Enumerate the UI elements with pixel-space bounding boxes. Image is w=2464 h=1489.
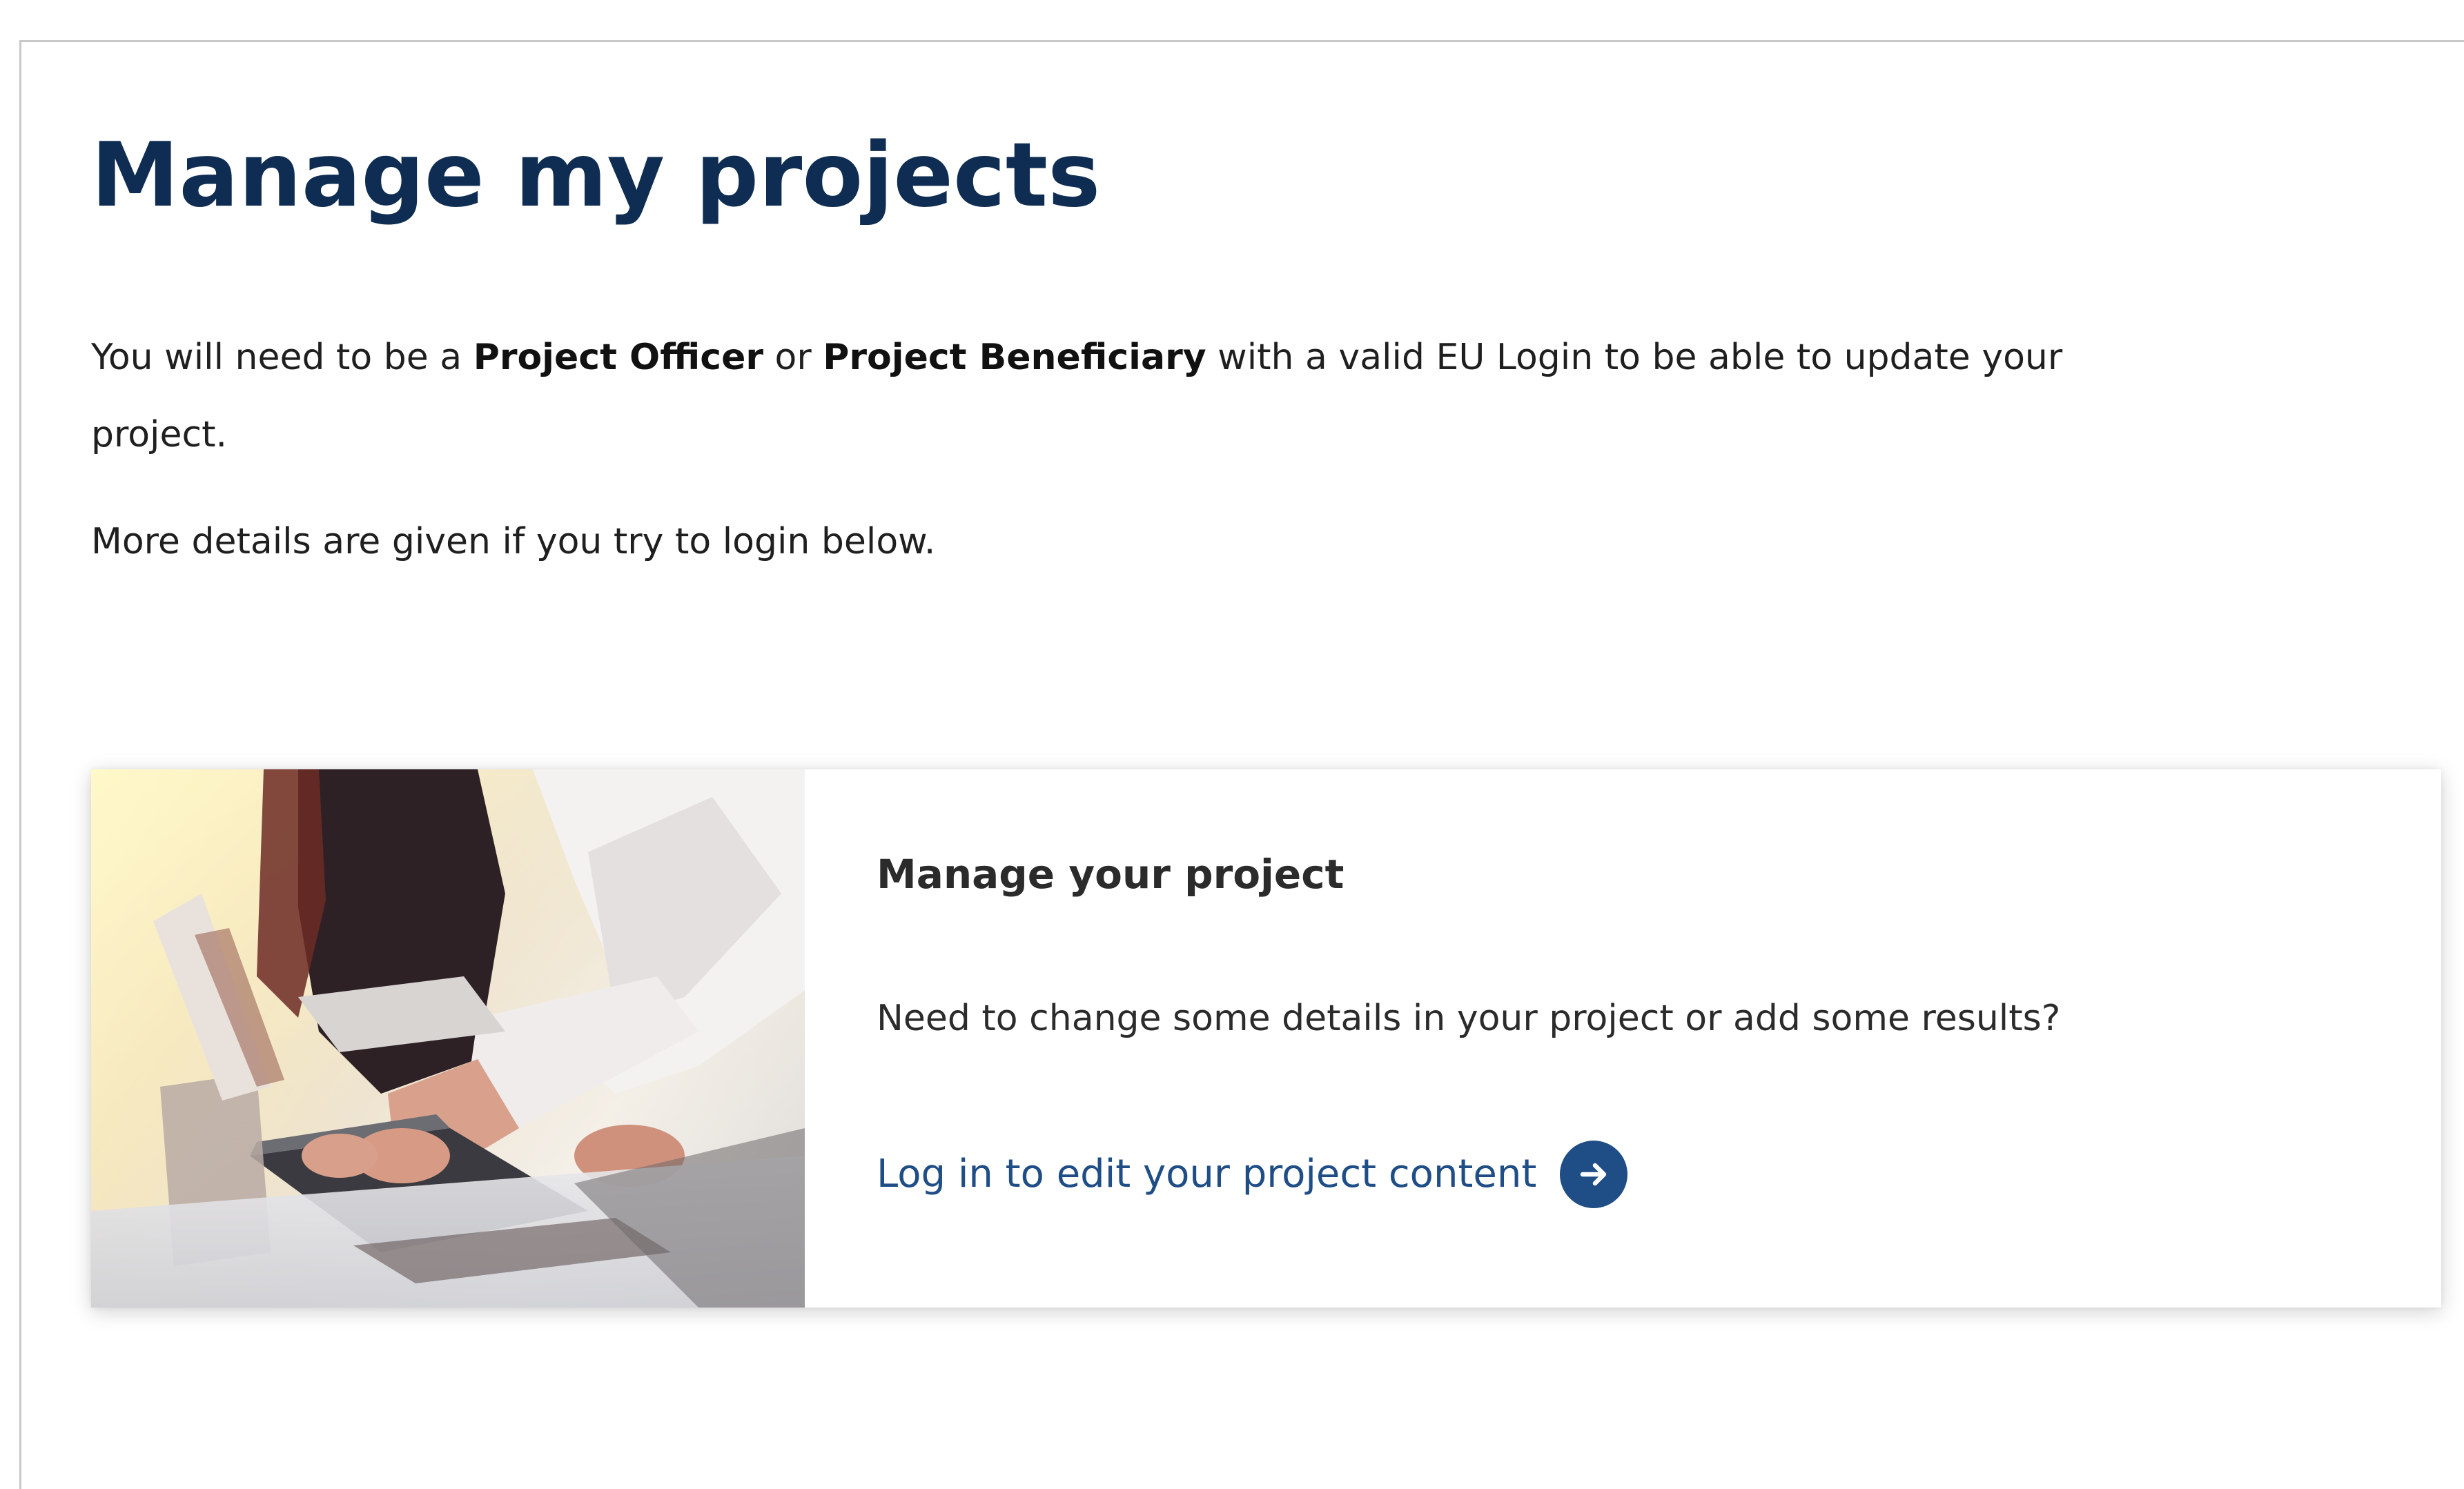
more-details-text: More details are given if you try to log…	[91, 521, 936, 562]
intro-part-2: or	[763, 337, 823, 378]
manage-project-card: Manage your project Need to change some …	[91, 769, 2441, 1308]
intro-text: You will need to be a Project Officer or…	[91, 319, 2093, 473]
role-project-officer: Project Officer	[473, 337, 763, 378]
intro-part-1: You will need to be a	[91, 337, 473, 378]
card-description: Need to change some details in your proj…	[877, 998, 2061, 1039]
arrow-right-circle-icon[interactable]	[1560, 1141, 1628, 1208]
page-title: Manage my projects	[91, 124, 1101, 227]
role-project-beneficiary: Project Beneficiary	[823, 337, 1206, 378]
card-title: Manage your project	[877, 851, 1345, 898]
card-body: Manage your project Need to change some …	[805, 769, 2441, 1308]
login-link-label: Log in to edit your project content	[877, 1152, 1537, 1197]
login-edit-project-link[interactable]: Log in to edit your project content	[877, 1141, 1628, 1208]
office-team-photo	[91, 769, 805, 1308]
